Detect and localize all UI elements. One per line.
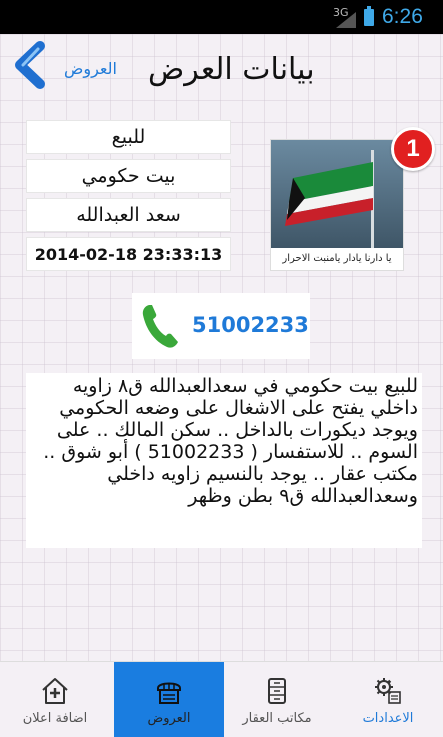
cabinet-icon <box>268 678 286 704</box>
nav-offers[interactable]: العروض <box>114 662 224 737</box>
back-link[interactable]: العروض <box>64 59 117 78</box>
signal-icon <box>336 12 356 28</box>
nav-offers-label: العروض <box>147 711 191 726</box>
listing-description: للبيع بيت حكومي في سعدالعبدالله ق٨ زاويه… <box>26 373 422 548</box>
store-icon <box>157 682 181 704</box>
call-button[interactable]: 51002233 <box>132 293 310 359</box>
gears-icon <box>375 678 401 704</box>
home-add-icon <box>42 678 68 704</box>
listing-category: بيت حكومي <box>26 159 231 193</box>
image-caption: يا دارنا يادار يامنبت الاحرار <box>271 248 403 270</box>
back-arrow-icon[interactable] <box>10 40 50 90</box>
phone-number[interactable]: 51002233 <box>192 313 309 337</box>
nav-agencies-label: مكاتب العقار <box>242 711 312 726</box>
nav-settings[interactable]: الاعدادات <box>333 662 443 737</box>
phone-icon <box>142 305 178 348</box>
listing-type: للبيع <box>26 120 231 154</box>
nav-agencies[interactable]: مكاتب العقار <box>222 662 332 737</box>
listing-location: سعد العبدالله <box>26 198 231 232</box>
battery-icon <box>364 6 374 26</box>
listing-image[interactable]: يا دارنا يادار يامنبت الاحرار <box>270 139 404 271</box>
listing-date: 2014-02-18 23:33:13 <box>26 237 231 271</box>
page-title: بيانات العرض <box>148 52 315 87</box>
bottom-nav: اضافة اعلان العروض مكاتب العقار الاعدادا… <box>0 661 443 737</box>
image-count-badge: 1 <box>391 127 435 171</box>
nav-add-ad[interactable]: اضافة اعلان <box>0 662 110 737</box>
nav-add-ad-label: اضافة اعلان <box>22 711 88 726</box>
nav-settings-label: الاعدادات <box>362 711 414 726</box>
status-bar: 3G 6:26 <box>0 0 443 34</box>
status-time: 6:26 <box>382 5 423 28</box>
